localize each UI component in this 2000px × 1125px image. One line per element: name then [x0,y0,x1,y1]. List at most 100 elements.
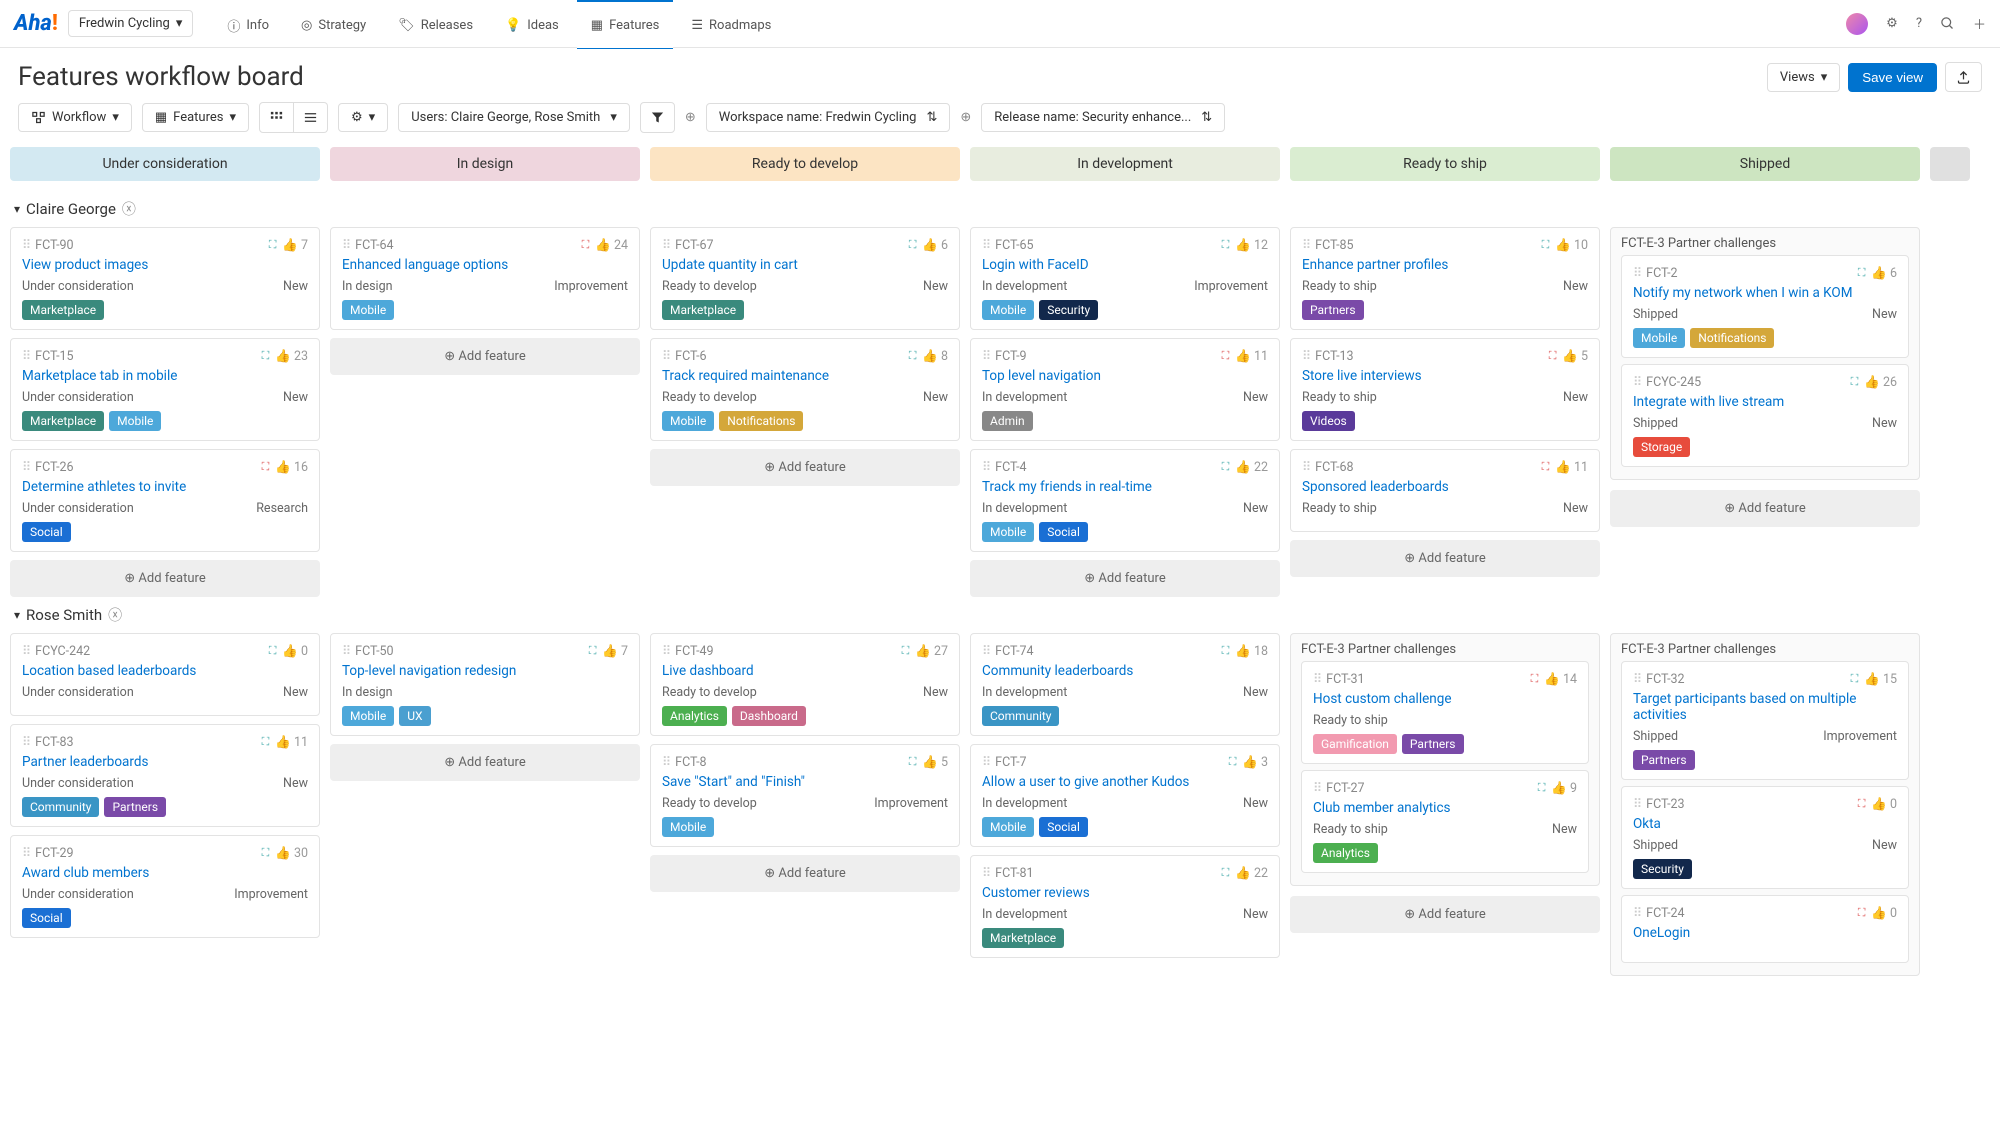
feature-card[interactable]: ⠿ FCT-26 ⛶ 👍16 Determine athletes to inv… [10,449,320,552]
feature-card[interactable]: ⠿ FCT-24 ⛶ 👍0 OneLogin [1621,895,1909,963]
grip-icon[interactable]: ⠿ [1633,671,1640,687]
grip-icon[interactable]: ⠿ [1633,374,1640,390]
grip-icon[interactable]: ⠿ [1313,780,1320,796]
card-title[interactable]: Location based leaderboards [22,663,308,679]
hierarchy-icon[interactable]: ⛶ [269,644,277,658]
epic-title[interactable]: FCT-E-3 Partner challenges [1621,642,1909,657]
hierarchy-icon[interactable]: ⛶ [1858,797,1866,811]
feature-card[interactable]: ⠿ FCT-15 ⛶ 👍23 Marketplace tab in mobile… [10,338,320,441]
feature-card[interactable]: ⠿ FCT-85 ⛶ 👍10 Enhance partner profiles … [1290,227,1600,330]
nav-tab-releases[interactable]: 🏷Releases [384,0,487,49]
feature-card[interactable]: ⠿ FCT-90 ⛶ 👍7 View product images Under … [10,227,320,330]
list-view-button[interactable] [294,102,328,133]
card-title[interactable]: Enhanced language options [342,257,628,273]
epic-title[interactable]: FCT-E-3 Partner challenges [1621,236,1909,251]
feature-card[interactable]: ⠿ FCT-27 ⛶ 👍9 Club member analytics Read… [1301,770,1589,873]
card-title[interactable]: Target participants based on multiple ac… [1633,691,1897,723]
feature-card[interactable]: ⠿ FCT-4 ⛶ 👍22 Track my friends in real-t… [970,449,1280,552]
card-title[interactable]: Allow a user to give another Kudos [982,774,1268,790]
card-title[interactable]: Okta [1633,816,1897,832]
grip-icon[interactable]: ⠿ [982,237,989,253]
add-feature-button[interactable]: ⊕ Add feature [650,855,960,892]
share-button[interactable] [1945,62,1982,91]
swimlane-header[interactable]: ▾Rose Smithⓧ [10,597,1990,633]
feature-card[interactable]: ⠿ FCT-7 ⛶ 👍3 Allow a user to give anothe… [970,744,1280,847]
add-feature-button[interactable]: ⊕ Add feature [650,449,960,486]
grip-icon[interactable]: ⠿ [1302,348,1309,364]
grip-icon[interactable]: ⠿ [982,643,989,659]
feature-card[interactable]: ⠿ FCT-32 ⛶ 👍15 Target participants based… [1621,661,1909,780]
hierarchy-icon[interactable]: ⛶ [1222,866,1230,880]
grip-icon[interactable]: ⠿ [1302,237,1309,253]
card-title[interactable]: Customer reviews [982,885,1268,901]
hierarchy-icon[interactable]: ⛶ [262,846,270,860]
aha-logo[interactable]: Aha! [14,11,58,36]
grip-icon[interactable]: ⠿ [982,459,989,475]
gear-icon[interactable]: ⚙ [1886,16,1898,31]
feature-card[interactable]: ⠿ FCT-8 ⛶ 👍5 Save "Start" and "Finish" R… [650,744,960,847]
hierarchy-icon[interactable]: ⛶ [909,755,917,769]
grid-view-button[interactable] [259,102,294,133]
feature-card[interactable]: ⠿ FCT-67 ⛶ 👍6 Update quantity in cart Re… [650,227,960,330]
help-icon[interactable]: ? [1916,16,1922,31]
users-filter[interactable]: Users: Claire George, Rose Smith ▾ [398,103,630,132]
hierarchy-icon[interactable]: ⛶ [1222,644,1230,658]
feature-card[interactable]: ⠿ FCT-13 ⛶ 👍5 Store live interviews Read… [1290,338,1600,441]
remove-icon[interactable]: ⓧ [108,605,122,625]
add-feature-button[interactable]: ⊕ Add feature [1290,540,1600,577]
workspace-filter[interactable]: Workspace name: Fredwin Cycling ⇅ [706,103,951,132]
hierarchy-icon[interactable]: ⛶ [1851,375,1859,389]
hierarchy-icon[interactable]: ⛶ [262,349,270,363]
settings-dropdown[interactable]: ⚙ ▾ [338,103,388,132]
hierarchy-icon[interactable]: ⛶ [1229,755,1237,769]
grip-icon[interactable]: ⠿ [22,734,29,750]
hierarchy-icon[interactable]: ⛶ [1858,906,1866,920]
add-feature-button[interactable]: ⊕ Add feature [970,560,1280,597]
grip-icon[interactable]: ⠿ [342,237,349,253]
workflow-dropdown[interactable]: Workflow ▾ [18,103,132,132]
card-title[interactable]: Save "Start" and "Finish" [662,774,948,790]
filter-button[interactable] [640,102,675,133]
feature-card[interactable]: ⠿ FCT-29 ⛶ 👍30 Award club members Under … [10,835,320,938]
feature-card[interactable]: ⠿ FCYC-242 ⛶ 👍0 Location based leaderboa… [10,633,320,716]
card-title[interactable]: Login with FaceID [982,257,1268,273]
grip-icon[interactable]: ⠿ [982,754,989,770]
grip-icon[interactable]: ⠿ [1633,905,1640,921]
card-title[interactable]: Sponsored leaderboards [1302,479,1588,495]
remove-icon[interactable]: ⓧ [122,199,136,219]
feature-card[interactable]: ⠿ FCT-50 ⛶ 👍7 Top-level navigation redes… [330,633,640,736]
card-title[interactable]: OneLogin [1633,925,1897,941]
hierarchy-icon[interactable]: ⛶ [269,238,277,252]
plus-icon[interactable]: ＋ [1973,14,1986,33]
views-button[interactable]: Views ▾ [1767,63,1840,92]
features-dropdown[interactable]: ▦ Features ▾ [142,103,249,132]
card-title[interactable]: Integrate with live stream [1633,394,1897,410]
card-title[interactable]: Award club members [22,865,308,881]
card-title[interactable]: Track my friends in real-time [982,479,1268,495]
card-title[interactable]: Top level navigation [982,368,1268,384]
card-title[interactable]: Marketplace tab in mobile [22,368,308,384]
grip-icon[interactable]: ⠿ [1633,796,1640,812]
hierarchy-icon[interactable]: ⛶ [1531,672,1539,686]
hierarchy-icon[interactable]: ⛶ [589,644,597,658]
feature-card[interactable]: ⠿ FCT-74 ⛶ 👍18 Community leaderboards In… [970,633,1280,736]
card-title[interactable]: Determine athletes to invite [22,479,308,495]
grip-icon[interactable]: ⠿ [1302,459,1309,475]
hierarchy-icon[interactable]: ⛶ [909,238,917,252]
grip-icon[interactable]: ⠿ [662,237,669,253]
hierarchy-icon[interactable]: ⛶ [1851,672,1859,686]
grip-icon[interactable]: ⠿ [1633,265,1640,281]
hierarchy-icon[interactable]: ⛶ [902,644,910,658]
hierarchy-icon[interactable]: ⛶ [1549,349,1557,363]
feature-card[interactable]: ⠿ FCT-64 ⛶ 👍24 Enhanced language options… [330,227,640,330]
hierarchy-icon[interactable]: ⛶ [582,238,590,252]
hierarchy-icon[interactable]: ⛶ [1222,238,1230,252]
hierarchy-icon[interactable]: ⛶ [909,349,917,363]
hierarchy-icon[interactable]: ⛶ [262,735,270,749]
card-title[interactable]: Partner leaderboards [22,754,308,770]
grip-icon[interactable]: ⠿ [982,865,989,881]
grip-icon[interactable]: ⠿ [342,643,349,659]
swimlane-header[interactable]: ▾Claire Georgeⓧ [10,191,1990,227]
grip-icon[interactable]: ⠿ [982,348,989,364]
grip-icon[interactable]: ⠿ [1313,671,1320,687]
